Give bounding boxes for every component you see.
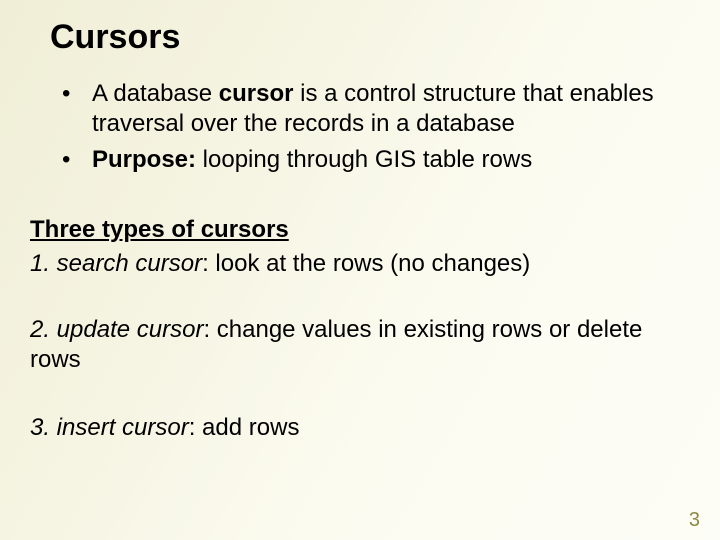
bullet-item-2: Purpose: looping through GIS table rows bbox=[56, 145, 692, 175]
page-number: 3 bbox=[689, 509, 700, 532]
bullet1-pre: A database bbox=[92, 80, 219, 107]
slide-title: Cursors bbox=[50, 18, 692, 57]
numbered-item-2: 2. update cursor: change values in exist… bbox=[30, 315, 692, 375]
item1-ital: 1. search cursor bbox=[30, 250, 202, 277]
bullet2-post: looping through GIS table rows bbox=[196, 146, 532, 173]
bullet1-bold: cursor bbox=[219, 80, 294, 107]
numbered-item-1: 1. search cursor: look at the rows (no c… bbox=[30, 249, 692, 279]
item1-rest: : look at the rows (no changes) bbox=[202, 250, 530, 277]
item3-rest: : add rows bbox=[189, 414, 300, 441]
section-heading: Three types of cursors bbox=[30, 215, 692, 245]
bullet2-bold: Purpose: bbox=[92, 146, 196, 173]
item2-ital: 2. update cursor bbox=[30, 316, 203, 343]
numbered-item-3: 3. insert cursor: add rows bbox=[30, 413, 692, 443]
item3-ital: 3. insert cursor bbox=[30, 414, 189, 441]
bullet-list: A database cursor is a control structure… bbox=[56, 79, 692, 175]
bullet-item-1: A database cursor is a control structure… bbox=[56, 79, 692, 139]
